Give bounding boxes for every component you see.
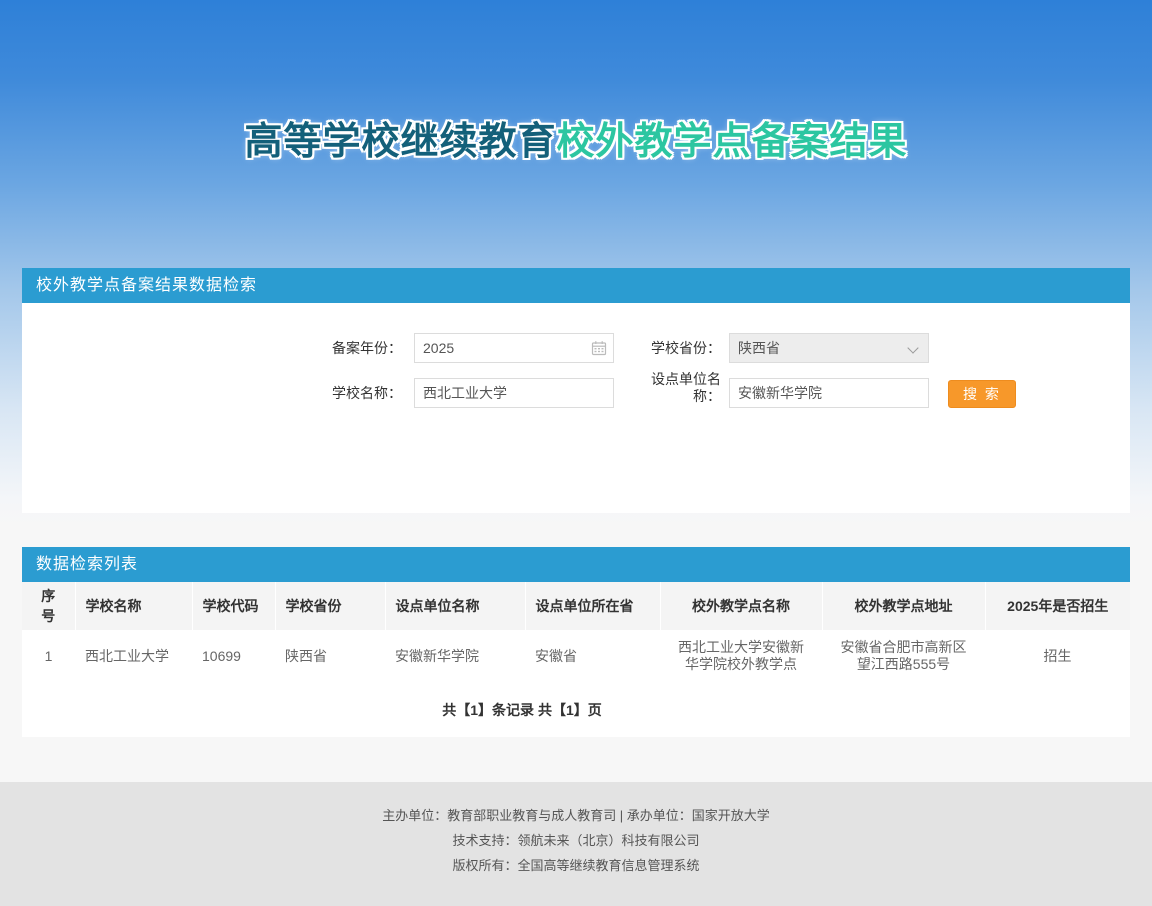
column-header-index: 序号 xyxy=(22,582,75,630)
page-footer: 主办单位：教育部职业教育与成人教育司 | 承办单位：国家开放大学 技术支持：领航… xyxy=(0,782,1152,906)
site-unit-name-label: 设点单位名称： xyxy=(649,371,721,405)
school-province-field-wrap: 陕西省 xyxy=(729,333,929,363)
results-table: 序号 学校名称 学校代码 学校省份 设点单位名称 设点单位所在省 校外教学点名称… xyxy=(22,582,1130,682)
cell-index: 1 xyxy=(22,630,75,682)
cell-unit-name: 安徽新华学院 xyxy=(385,630,525,682)
cell-enrolling: 招生 xyxy=(985,630,1130,682)
school-province-label: 学校省份： xyxy=(582,333,721,363)
search-form: 备案年份： 学校省份： xyxy=(22,303,1130,513)
column-header-enrolling: 2025年是否招生 xyxy=(985,582,1130,630)
table-header-row: 序号 学校名称 学校代码 学校省份 设点单位名称 设点单位所在省 校外教学点名称… xyxy=(22,582,1130,630)
filing-year-label: 备案年份： xyxy=(262,333,402,363)
footer-organizer-line: 主办单位：教育部职业教育与成人教育司 | 承办单位：国家开放大学 xyxy=(0,803,1152,828)
cell-site-name: 西北工业大学安徽新华学院校外教学点 xyxy=(660,630,822,682)
cell-school-name: 西北工业大学 xyxy=(75,630,192,682)
footer-copyright-line: 版权所有：全国高等继续教育信息管理系统 xyxy=(0,853,1152,878)
chevron-down-icon xyxy=(907,342,918,353)
site-unit-name-input[interactable] xyxy=(729,378,929,408)
school-name-field-wrap xyxy=(414,378,614,408)
cell-site-address: 安徽省合肥市高新区望江西路555号 xyxy=(822,630,985,682)
school-name-label: 学校名称： xyxy=(262,378,402,408)
search-panel: 校外教学点备案结果数据检索 备案年份： xyxy=(22,268,1130,513)
school-province-select[interactable]: 陕西省 xyxy=(729,333,929,363)
cell-school-code: 10699 xyxy=(192,630,275,682)
site-unit-name-field-wrap xyxy=(729,378,929,408)
page-title-part2: 校外教学点备案结果 xyxy=(557,121,908,163)
school-province-value: 陕西省 xyxy=(738,340,780,356)
page-title-part1: 高等学校继续教育 xyxy=(244,121,556,163)
table-row: 1 西北工业大学 10699 陕西省 安徽新华学院 安徽省 西北工业大学安徽新华… xyxy=(22,630,1130,682)
column-header-site-address: 校外教学点地址 xyxy=(822,582,985,630)
column-header-site-name: 校外教学点名称 xyxy=(660,582,822,630)
cell-school-province: 陕西省 xyxy=(275,630,385,682)
results-panel: 数据检索列表 序号 学校名称 学校代码 学校省份 设点单位名称 设点单位所在省 … xyxy=(22,547,1130,737)
column-header-school-name: 学校名称 xyxy=(75,582,192,630)
search-panel-header: 校外教学点备案结果数据检索 xyxy=(22,268,1130,303)
column-header-school-province: 学校省份 xyxy=(275,582,385,630)
footer-tech-support-line: 技术支持：领航未来（北京）科技有限公司 xyxy=(0,828,1152,853)
column-header-unit-province: 设点单位所在省 xyxy=(525,582,660,630)
results-panel-header: 数据检索列表 xyxy=(22,547,1130,582)
pagination-summary: 共【1】条记录 共【1】页 xyxy=(22,682,1130,737)
search-button[interactable]: 搜 索 xyxy=(948,380,1016,408)
school-name-input[interactable] xyxy=(414,378,614,408)
column-header-school-code: 学校代码 xyxy=(192,582,275,630)
column-header-unit-name: 设点单位名称 xyxy=(385,582,525,630)
page-title: 高等学校继续教育校外教学点备案结果 xyxy=(0,0,1152,164)
cell-unit-province: 安徽省 xyxy=(525,630,660,682)
